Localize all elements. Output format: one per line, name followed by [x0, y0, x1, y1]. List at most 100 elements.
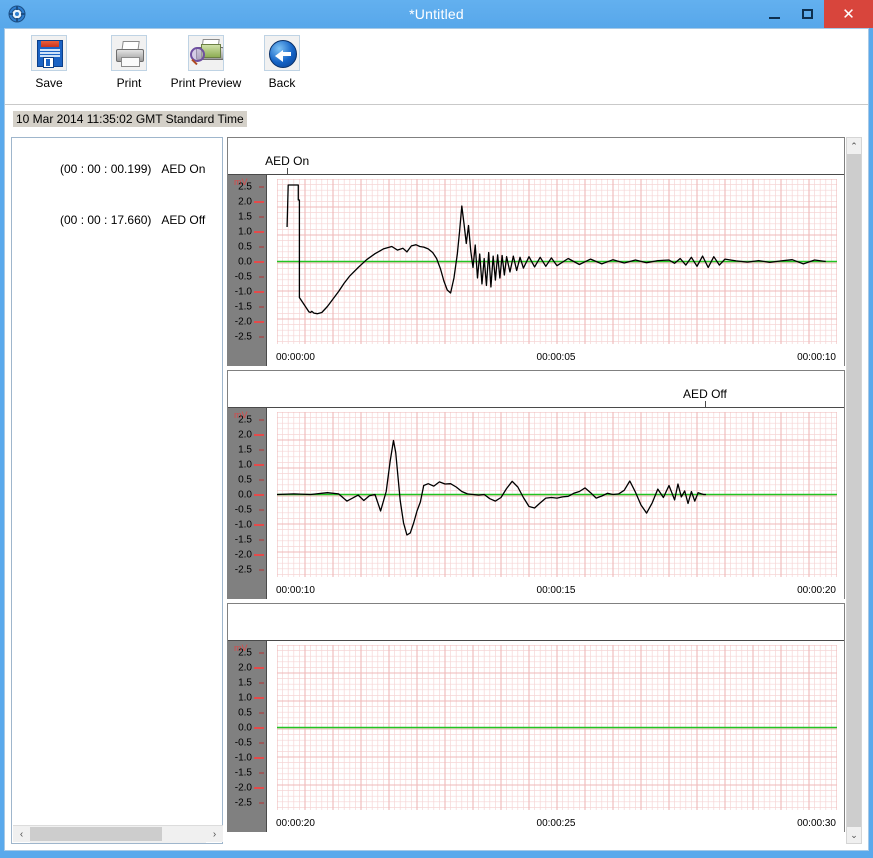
y-axis-tick-label: -2.5 — [234, 564, 252, 575]
annotation-tick-icon — [287, 168, 289, 175]
y-axis-tick-mark — [254, 726, 264, 729]
y-axis-tick-label: -2.0 — [234, 782, 252, 793]
ecg-chart-block: AED On mV 2.5 2.0 1.5 1.0 0.5 0.0 -0.5 -1.0 -1.5-… — [227, 137, 845, 366]
y-axis-tick-label: 2.5 — [238, 181, 252, 192]
event-list[interactable]: (00 : 00 : 00.199) AED On (00 : 00 : 17.6… — [12, 138, 222, 246]
y-axis-tick-mark — [259, 448, 264, 451]
ecg-chart-block: mV 2.5 2.0 1.5 1.0 0.5 0.0 -0.5 -1.0 -1.5 -2.0 -2.5… — [227, 603, 845, 832]
plot-viewport[interactable] — [266, 175, 844, 366]
chart-annotation-band: AED On — [228, 138, 844, 175]
y-axis-tick-label: 2.0 — [238, 429, 252, 440]
event-time: (00 : 00 : 00.199) — [60, 162, 152, 176]
chart-plot-area[interactable]: mV 2.5 2.0 1.5 1.0 0.5 0.0 -0.5 -1.0 -1.5 -2.0 -2.5… — [228, 408, 844, 599]
plot-viewport[interactable] — [266, 408, 844, 599]
printer-icon — [111, 35, 147, 71]
x-axis-tick-label: 00:00:20 — [276, 818, 315, 829]
x-axis-tick-label: 00:00:10 — [276, 585, 315, 596]
y-axis-tick-label: -1.5 — [234, 301, 252, 312]
chart-annotation-label: AED On — [265, 154, 310, 168]
chart-annotation-band — [228, 604, 844, 641]
y-axis-tick-label: 0.0 — [238, 722, 252, 733]
chart-plot-area[interactable]: mV 2.5 2.0 1.5 1.0 0.5 0.0 -0.5 -1.0 -1.5 -2.0 -2.5… — [228, 641, 844, 832]
y-axis-tick-label: 2.0 — [238, 662, 252, 673]
scroll-left-arrow-icon[interactable]: ‹ — [13, 826, 30, 843]
chart-pane: AED On mV 2.5 2.0 1.5 1.0 0.5 0.0 -0.5 -1.0 -1.5-… — [227, 137, 862, 844]
y-axis-tick-label: 1.5 — [238, 444, 252, 455]
ecg-chart-block: AED Off mV 2.5 2.0 1.5 1.0 0.5 0.0 -0.5 -1.0 -1.5… — [227, 370, 845, 599]
back-arrow-icon — [264, 35, 300, 71]
y-axis-tick-label: 1.0 — [238, 226, 252, 237]
x-axis-tick-label: 00:00:10 — [797, 352, 836, 363]
save-button-label: Save — [35, 76, 63, 90]
close-button[interactable]: ✕ — [824, 0, 873, 28]
x-axis-tick-label: 00:00:20 — [797, 585, 836, 596]
y-axis-tick-mark — [259, 215, 264, 218]
y-axis-tick-label: -1.0 — [234, 752, 252, 763]
y-axis-tick-mark — [254, 553, 264, 556]
back-button[interactable]: Back — [246, 35, 318, 90]
list-item[interactable]: (00 : 00 : 17.660) AED Off — [20, 195, 222, 246]
plot-viewport[interactable] — [266, 641, 844, 832]
y-axis-tick-mark — [259, 538, 264, 541]
save-button[interactable]: Save — [13, 35, 85, 90]
y-axis-tick-mark — [259, 275, 264, 278]
ecg-trace — [276, 178, 838, 344]
x-axis-labels: 00:00:10 00:00:15 00:00:20 — [266, 585, 844, 597]
y-axis-tick-mark — [259, 681, 264, 684]
y-axis-tick-label: -1.5 — [234, 767, 252, 778]
y-axis-tick-label: -2.5 — [234, 797, 252, 808]
y-axis-tick-label: 2.5 — [238, 414, 252, 425]
window-controls: ✕ — [758, 0, 873, 28]
y-axis-tick-mark — [259, 771, 264, 774]
floppy-disk-icon — [31, 35, 67, 71]
print-button[interactable]: Print — [93, 35, 165, 90]
y-axis-tick-label: 1.0 — [238, 459, 252, 470]
event-time: (00 : 00 : 17.660) — [60, 213, 152, 227]
y-axis-tick-mark — [254, 756, 264, 759]
maximize-button[interactable] — [791, 0, 824, 28]
minimize-button[interactable] — [758, 0, 791, 28]
print-preview-icon — [188, 35, 224, 71]
y-axis-tick-mark — [259, 478, 264, 481]
print-preview-button[interactable]: Print Preview — [170, 35, 242, 90]
y-axis-tick-mark — [259, 508, 264, 511]
scroll-right-arrow-icon[interactable]: › — [206, 826, 223, 843]
y-axis-tick-label: 0.5 — [238, 241, 252, 252]
y-axis-tick-mark — [254, 696, 264, 699]
x-axis-tick-label: 00:00:00 — [276, 352, 315, 363]
y-axis-tick-label: 0.0 — [238, 256, 252, 267]
y-axis-tick-label: 1.5 — [238, 677, 252, 688]
event-list-horizontal-scrollbar[interactable]: ‹ › — [13, 825, 223, 843]
y-axis-tick-label: 0.5 — [238, 707, 252, 718]
recording-timestamp: 10 Mar 2014 11:35:02 GMT Standard Time — [13, 111, 247, 127]
event-label: AED Off — [161, 213, 206, 227]
event-list-pane: (00 : 00 : 00.199) AED On (00 : 00 : 17.6… — [11, 137, 223, 844]
y-axis-tick-mark — [254, 786, 264, 789]
y-axis-tick-label: -0.5 — [234, 737, 252, 748]
y-axis-tick-mark — [254, 463, 264, 466]
y-axis-tick-mark — [254, 200, 264, 203]
horizontal-scroll-thumb[interactable] — [30, 826, 162, 841]
y-axis-tick-mark — [259, 711, 264, 714]
y-axis-tick-label: -1.5 — [234, 534, 252, 545]
back-button-label: Back — [268, 76, 296, 90]
chart-vertical-scrollbar[interactable]: ⌃ ⌄ — [846, 137, 862, 844]
y-axis-tick-mark — [259, 418, 264, 421]
window-title: *Untitled — [409, 6, 464, 22]
vertical-scroll-thumb[interactable] — [847, 154, 861, 827]
y-axis-tick-mark — [259, 651, 264, 654]
chart-plot-area[interactable]: mV 2.5 2.0 1.5 1.0 0.5 0.0 -0.5 -1.0 -1.5 -2.0 -2.5… — [228, 175, 844, 366]
client-area: Save Print Print Preview Back 10 Mar 201… — [4, 28, 869, 851]
y-axis-tick-mark — [254, 666, 264, 669]
app-compass-icon — [8, 5, 26, 23]
annotation-tick-icon — [704, 401, 706, 408]
y-axis-tick-label: -2.5 — [234, 331, 252, 342]
y-axis-tick-label: 0.0 — [238, 489, 252, 500]
scroll-down-arrow-icon[interactable]: ⌄ — [847, 827, 861, 843]
y-axis-tick-mark — [254, 290, 264, 293]
list-item[interactable]: (00 : 00 : 00.199) AED On — [20, 144, 222, 195]
scroll-up-arrow-icon[interactable]: ⌃ — [847, 138, 861, 154]
print-button-label: Print — [116, 76, 142, 90]
y-axis-tick-mark — [259, 741, 264, 744]
horizontal-scroll-track[interactable] — [30, 825, 206, 843]
